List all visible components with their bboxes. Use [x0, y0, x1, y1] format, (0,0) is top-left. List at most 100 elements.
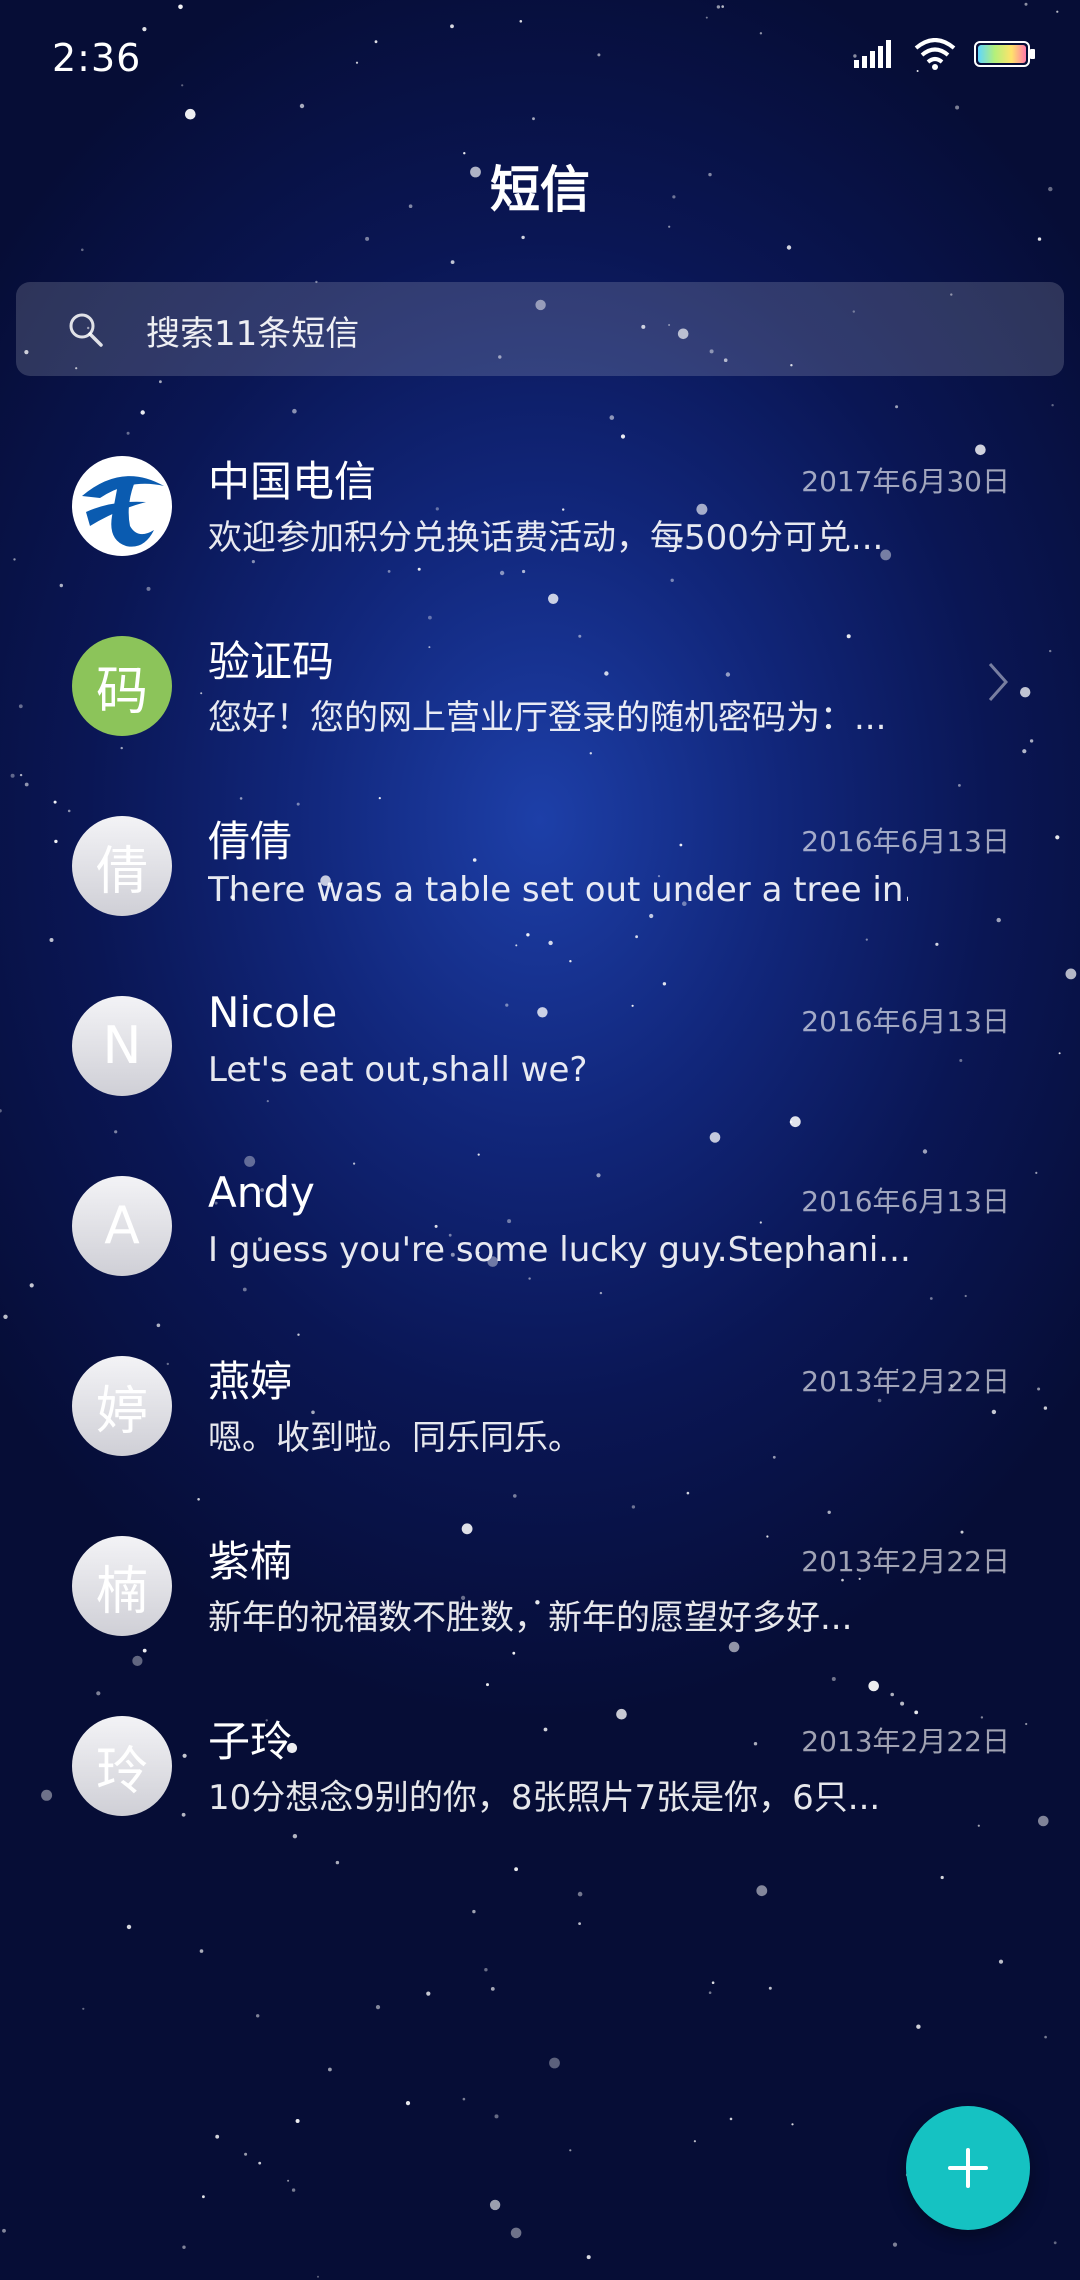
avatar: 码: [72, 636, 172, 736]
avatar: N: [72, 996, 172, 1096]
contact-name: 紫楠: [208, 1537, 293, 1586]
message-date: 2016年6月13日: [801, 1185, 1010, 1218]
star: [450, 260, 455, 264]
star: [693, 2140, 697, 2143]
star: [202, 2195, 205, 2199]
star: [786, 245, 792, 250]
chevron-right-icon: [988, 663, 1009, 701]
message-preview: 新年的祝福数不胜数，新年的愿望好多好...: [208, 1598, 853, 1638]
star: [244, 2152, 248, 2156]
star: [668, 225, 671, 228]
star: [489, 2199, 501, 2211]
contact-name: Nicole: [208, 988, 338, 1037]
star: [892, 2242, 898, 2247]
star: [2, 2228, 6, 2233]
conversation-row[interactable]: A Andy 2016年6月13日 I guess you're some lu…: [0, 1136, 1080, 1316]
star: [1051, 404, 1054, 407]
plus-icon: [948, 2148, 988, 2188]
conversation-row[interactable]: 玲 子玲 2013年2月22日 10分想念9别的你，8张照片7张是你，6只...: [0, 1676, 1080, 1856]
contact-name: 验证码: [208, 637, 335, 686]
star: [292, 408, 297, 414]
message-preview: I guess you're some lucky guy.Stephani..…: [208, 1230, 908, 1270]
star: [768, 1986, 772, 1990]
star: [287, 2179, 290, 2182]
avatar: 倩: [72, 816, 172, 916]
search-bar[interactable]: 搜索11条短信: [16, 282, 1064, 376]
star: [708, 1991, 712, 1994]
conversation-row[interactable]: 楠 紫楠 2013年2月22日 新年的祝福数不胜数，新年的愿望好多好...: [0, 1496, 1080, 1676]
search-placeholder: 搜索11条短信: [146, 314, 360, 354]
search-icon: [69, 313, 103, 347]
message-preview: Let's eat out,shall we?: [208, 1050, 588, 1090]
message-date: 2017年6月30日: [801, 465, 1010, 498]
star: [577, 1891, 583, 1897]
star: [405, 2101, 411, 2106]
message-date: 2016年6月13日: [801, 825, 1010, 858]
star: [578, 1922, 581, 1925]
star: [472, 1909, 476, 1914]
message-preview: 10分想念9别的你，8张照片7张是你，6只...: [208, 1778, 881, 1818]
star: [256, 2014, 260, 2018]
star: [711, 1981, 715, 1984]
star: [375, 2005, 381, 2010]
star: [462, 2097, 466, 2101]
message-date: 2013年2月22日: [801, 1725, 1010, 1758]
star: [1044, 2035, 1047, 2039]
star: [940, 1875, 944, 1880]
star: [490, 1987, 495, 1991]
avatar: 婷: [72, 1356, 172, 1456]
star: [126, 1924, 132, 1930]
star: [895, 405, 899, 409]
star: [140, 410, 145, 415]
star: [159, 380, 162, 384]
star: [365, 236, 370, 241]
star: [494, 2114, 499, 2119]
star: [81, 248, 84, 252]
avatar: 楠: [72, 1536, 172, 1636]
star: [549, 2057, 560, 2069]
star: [756, 1885, 768, 1897]
star: [328, 2067, 332, 2072]
star: [82, 2007, 85, 2010]
star: [258, 2161, 262, 2165]
wifi-icon: [914, 38, 956, 70]
star: [199, 1949, 204, 1953]
star: [521, 235, 525, 240]
message-date: 2013年2月22日: [801, 1365, 1010, 1398]
conversation-row[interactable]: 中国电信 2017年6月30日 欢迎参加积分兑换话费活动，每500分可兑...: [0, 416, 1080, 596]
conversation-row[interactable]: 倩 倩倩 2016年6月13日 There was a table set ou…: [0, 776, 1080, 956]
battery-icon: [974, 41, 1035, 67]
star: [295, 2119, 300, 2123]
avatar: [72, 456, 172, 556]
star: [291, 2188, 296, 2192]
contact-name: 中国电信: [208, 457, 377, 506]
conversation-row[interactable]: 码 验证码 您好！您的网上营业厅登录的随机密码为：...: [0, 596, 1080, 776]
status-icons: [854, 38, 1036, 70]
star: [998, 1959, 1004, 1964]
star: [586, 2255, 591, 2260]
conversation-row[interactable]: 婷 燕婷 2013年2月22日 嗯。收到啦。同乐同乐。: [0, 1316, 1080, 1496]
contact-name: 燕婷: [208, 1357, 293, 1406]
star: [335, 1860, 340, 1865]
star: [729, 2117, 733, 2121]
status-time: 2:36: [52, 36, 142, 80]
signal-icon: [854, 40, 891, 68]
message-preview: There was a table set out under a tree i…: [208, 870, 908, 910]
status-bar: 2:36: [0, 0, 1080, 120]
new-message-button[interactable]: [906, 2106, 1030, 2230]
star: [1037, 237, 1042, 241]
contact-name: Andy: [208, 1168, 315, 1217]
conversation-row[interactable]: N Nicole 2016年6月13日 Let's eat out,shall …: [0, 956, 1080, 1136]
message-date: 2016年6月13日: [801, 1005, 1010, 1038]
star: [791, 2123, 794, 2126]
star: [426, 1991, 431, 1996]
message-preview: 嗯。收到啦。同乐同乐。: [208, 1418, 582, 1458]
star: [569, 2149, 572, 2152]
star: [182, 2245, 186, 2249]
contact-name: 倩倩: [208, 817, 293, 866]
page-title: 短信: [490, 161, 590, 219]
message-preview: 欢迎参加积分兑换话费活动，每500分可兑...: [208, 518, 884, 558]
message-preview: 您好！您的网上营业厅登录的随机密码为：...: [208, 698, 887, 738]
contact-name: 子玲: [208, 1717, 293, 1766]
star: [317, 2275, 319, 2278]
